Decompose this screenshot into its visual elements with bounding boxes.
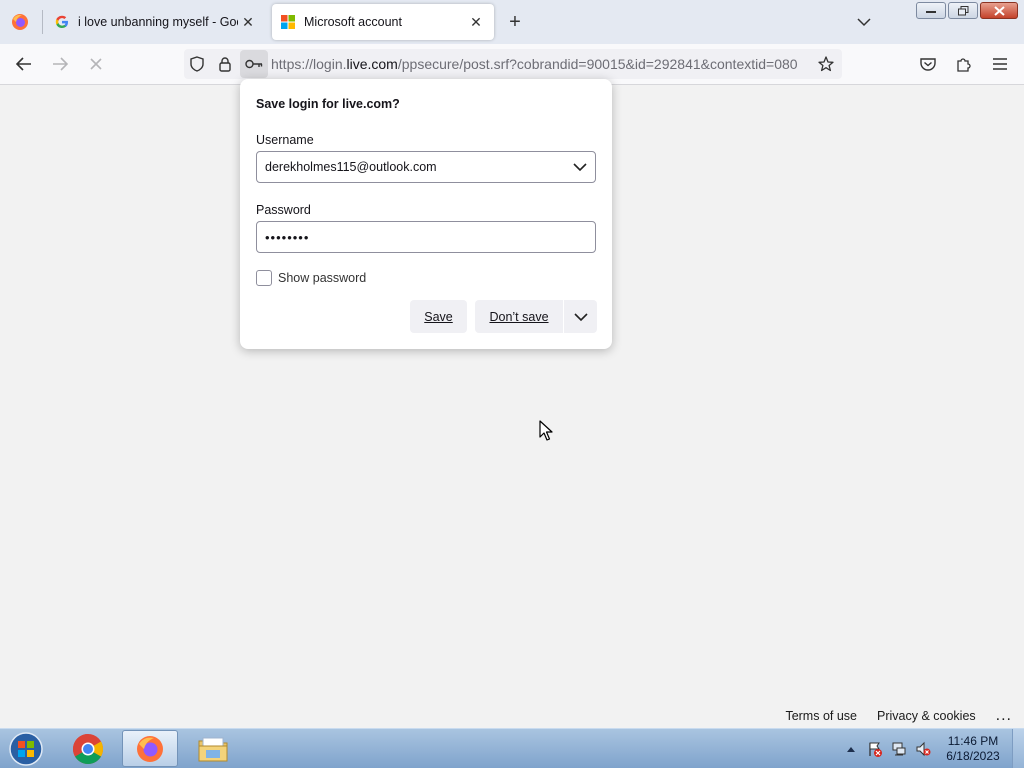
save-login-doorhanger: Save login for live.com? Username derekh… (240, 79, 612, 349)
minimize-icon (926, 10, 936, 13)
system-clock[interactable]: 11:46 PM 6/18/2023 (940, 734, 1006, 764)
window-controls (916, 2, 1018, 19)
chrome-icon (72, 733, 104, 764)
firefox-view-button[interactable] (6, 8, 34, 36)
save-button[interactable]: Save (410, 300, 467, 333)
firefox-icon (137, 735, 163, 762)
window-close-button[interactable] (980, 2, 1018, 19)
taskbar-file-explorer[interactable] (185, 730, 241, 767)
forward-arrow-icon (53, 57, 68, 71)
chevron-down-icon[interactable] (573, 162, 587, 172)
close-icon[interactable]: ✕ (238, 12, 258, 32)
tab-separator (42, 10, 43, 34)
show-hidden-icons-arrow-icon[interactable] (842, 740, 860, 758)
bookmark-star-icon[interactable] (813, 51, 839, 77)
url-text[interactable]: https://login.live.com/ppsecure/post.srf… (271, 56, 811, 72)
forward-button[interactable] (46, 50, 74, 78)
password-value: •••••••• (265, 229, 310, 245)
tab-microsoft-account[interactable]: Microsoft account ✕ (272, 4, 494, 40)
more-actions-dropdown-button[interactable] (564, 300, 597, 333)
extensions-button[interactable] (950, 50, 978, 78)
checkbox-icon[interactable] (256, 270, 272, 286)
username-label: Username (256, 133, 314, 147)
terms-of-use-link[interactable]: Terms of use (785, 709, 857, 723)
password-label: Password (256, 203, 311, 217)
restore-button[interactable] (948, 2, 978, 19)
system-tray (842, 729, 932, 768)
chevron-down-icon (857, 18, 871, 27)
google-icon (54, 14, 70, 30)
hamburger-menu-icon (993, 58, 1007, 70)
tab-strip: i love unbanning myself - Goog ✕ Microso… (0, 0, 1024, 44)
action-center-flag-icon[interactable] (866, 740, 884, 758)
show-password-checkbox[interactable]: Show password (256, 270, 366, 286)
username-value: derekholmes115@outlook.com (265, 160, 437, 174)
windows-taskbar: 11:46 PM 6/18/2023 (0, 728, 1024, 768)
tab-google-search[interactable]: i love unbanning myself - Goog ✕ (46, 4, 266, 40)
url-prefix: https://login. (271, 56, 347, 72)
start-button[interactable] (6, 731, 46, 767)
lock-icon[interactable] (212, 51, 238, 77)
tab-title: i love unbanning myself - Goog (78, 15, 238, 29)
key-icon[interactable] (240, 50, 268, 78)
volume-muted-icon[interactable] (914, 740, 932, 758)
doorhanger-title: Save login for live.com? (256, 97, 400, 111)
page-footer: Terms of use Privacy & cookies ... (785, 707, 1024, 725)
list-all-tabs-button[interactable] (852, 10, 876, 34)
chevron-down-icon (573, 312, 588, 321)
plus-icon: + (509, 10, 521, 33)
url-bar[interactable]: https://login.live.com/ppsecure/post.srf… (184, 49, 842, 79)
network-icon[interactable] (890, 740, 908, 758)
back-arrow-icon (16, 57, 31, 71)
minimize-button[interactable] (916, 2, 946, 19)
puzzle-icon (957, 58, 971, 72)
privacy-cookies-link[interactable]: Privacy & cookies (877, 709, 976, 723)
taskbar-firefox[interactable] (122, 730, 178, 767)
microsoft-icon (280, 14, 296, 30)
clock-time: 11:46 PM (947, 734, 999, 748)
tab-title: Microsoft account (304, 15, 402, 29)
url-host: live.com (346, 56, 398, 72)
stop-icon (90, 58, 102, 70)
pocket-button[interactable] (914, 50, 942, 78)
more-options-link[interactable]: ... (996, 707, 1012, 725)
app-menu-button[interactable] (986, 50, 1014, 78)
clock-date: 6/18/2023 (946, 749, 1000, 763)
dont-save-button[interactable]: Don’t save (475, 300, 563, 333)
password-field[interactable]: •••••••• (256, 221, 596, 253)
new-tab-button[interactable]: + (503, 10, 527, 34)
username-field[interactable]: derekholmes115@outlook.com (256, 151, 596, 183)
firefox-icon (12, 14, 28, 30)
shield-icon[interactable] (184, 51, 210, 77)
back-button[interactable] (10, 50, 38, 78)
file-explorer-icon (198, 737, 228, 761)
show-password-label: Show password (278, 271, 367, 285)
close-icon[interactable]: ✕ (466, 12, 486, 32)
url-path: /ppsecure/post.srf?cobrandid=90015&id=29… (397, 56, 798, 72)
pocket-icon (920, 58, 936, 71)
taskbar-chrome[interactable] (60, 730, 116, 767)
windows-logo-icon (9, 732, 43, 766)
close-icon (993, 5, 1005, 16)
restore-icon (957, 5, 968, 15)
stop-button[interactable] (82, 50, 110, 78)
show-desktop-button[interactable] (1012, 729, 1024, 768)
mouse-cursor-icon (539, 420, 553, 441)
